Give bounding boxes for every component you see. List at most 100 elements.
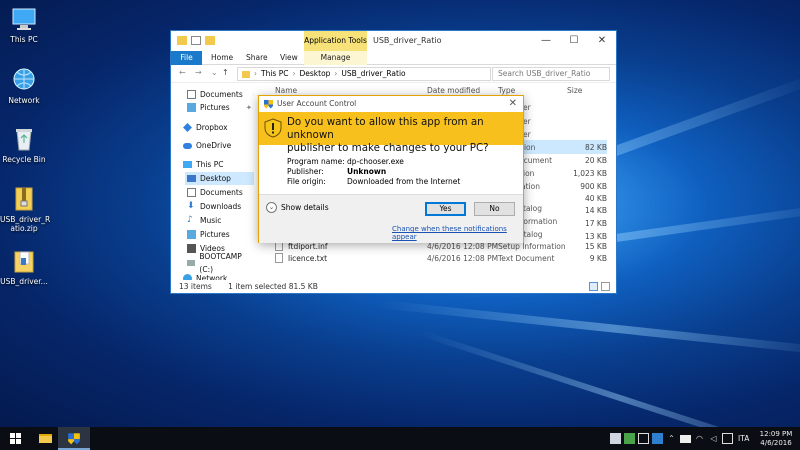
- chevron-right-icon: ›: [254, 69, 257, 78]
- file-date: 4/6/2016 12:08 PM: [427, 242, 499, 251]
- chevron-up-icon[interactable]: ⌃: [666, 433, 677, 444]
- start-button[interactable]: [0, 427, 32, 450]
- back-icon[interactable]: ←: [179, 68, 186, 77]
- tab-share[interactable]: Share: [246, 51, 268, 65]
- tab-view[interactable]: View: [280, 51, 298, 65]
- address-bar[interactable]: › This PC › Desktop › USB_driver_Ratio: [237, 67, 491, 81]
- download-icon: ⬇: [187, 201, 195, 211]
- show-details-label: Show details: [281, 203, 329, 212]
- bluetooth-icon[interactable]: [652, 433, 663, 444]
- file-type: er: [523, 117, 531, 126]
- bootcamp-icon[interactable]: [610, 433, 621, 444]
- table-row[interactable]: licence.txt: [275, 253, 327, 263]
- folder-icon: [11, 248, 37, 274]
- nav-item-this-pc[interactable]: This PC: [183, 158, 223, 171]
- program-name-label: Program name:: [287, 157, 345, 166]
- window-title: USB_driver_Ratio: [373, 36, 442, 45]
- explorer-titlebar[interactable]: Application Tools USB_driver_Ratio — ☐ ✕: [171, 31, 616, 51]
- item-count: 13 items: [179, 282, 212, 291]
- battery-icon[interactable]: [680, 434, 691, 443]
- nav-item-onedrive[interactable]: OneDrive: [183, 139, 231, 152]
- desktop-icon-this-pc[interactable]: This PC: [0, 6, 48, 44]
- file-size: 13 KB: [585, 232, 607, 241]
- wifi-icon[interactable]: ◠: [694, 433, 705, 444]
- search-input[interactable]: Search USB_driver_Ratio: [492, 67, 610, 81]
- volume-icon[interactable]: ◁: [708, 433, 719, 444]
- column-header-size[interactable]: Size: [567, 86, 582, 95]
- taskbar-file-explorer[interactable]: [29, 427, 61, 450]
- chevron-down-icon[interactable]: ⌄: [211, 68, 218, 77]
- desktop-icon-label: Network: [8, 96, 40, 105]
- tab-file[interactable]: File: [171, 51, 202, 65]
- large-icons-view-icon[interactable]: [601, 282, 610, 291]
- desktop-icon-zip[interactable]: USB_driver_R atio.zip: [0, 186, 50, 233]
- nav-label: Network: [196, 274, 228, 280]
- close-icon[interactable]: ✕: [588, 31, 616, 51]
- file-origin-value: Downloaded from the Internet: [347, 177, 461, 186]
- nav-label: Desktop: [200, 174, 231, 183]
- column-header-type[interactable]: Type: [498, 86, 515, 95]
- file-size: 17 KB: [585, 219, 607, 228]
- desktop-icon-recycle-bin[interactable]: Recycle Bin: [0, 126, 48, 164]
- uac-titlebar[interactable]: User Account Control ✕: [259, 96, 523, 112]
- up-icon[interactable]: ↑: [222, 68, 229, 77]
- minimize-icon[interactable]: —: [532, 31, 560, 51]
- pin-icon[interactable]: ✦: [253, 88, 254, 101]
- nav-item-pictures-pc[interactable]: Pictures: [187, 228, 230, 241]
- change-notifications-link[interactable]: Change when these notifications appear: [392, 225, 523, 241]
- new-folder-icon[interactable]: [205, 36, 215, 45]
- breadcrumb-this-pc[interactable]: This PC: [261, 68, 288, 80]
- navigation-pane: Documents✦ Pictures✦ Dropbox OneDrive Th…: [171, 84, 254, 280]
- desktop-icon-network[interactable]: Network: [0, 67, 48, 105]
- close-icon[interactable]: ✕: [509, 96, 517, 112]
- nav-item-music[interactable]: ♪ Music: [187, 214, 221, 227]
- this-pc-icon: [183, 161, 192, 168]
- pin-icon[interactable]: ✦: [246, 101, 252, 114]
- column-header-date[interactable]: Date modified: [427, 86, 480, 95]
- tab-manage[interactable]: Manage: [304, 51, 367, 65]
- show-details-toggle[interactable]: ⌄ Show details: [266, 202, 329, 213]
- taskbar-uac[interactable]: [58, 427, 90, 450]
- desktop-icon-label: USB_driver...: [0, 277, 48, 286]
- details-view-icon[interactable]: [589, 282, 598, 291]
- quick-access-toolbar: [177, 36, 215, 45]
- uac-question-line: Do you want to allow this app from an un…: [287, 116, 484, 141]
- nav-item-network[interactable]: Network: [183, 272, 227, 280]
- nav-item-downloads[interactable]: ⬇ Downloads: [187, 200, 241, 213]
- pictures-icon: [187, 230, 196, 239]
- publisher-value: Unknown: [347, 167, 387, 176]
- desktop-icon-folder[interactable]: USB_driver...: [0, 248, 48, 286]
- nav-item-pictures[interactable]: Pictures ✦: [187, 101, 252, 114]
- column-header-name[interactable]: Name: [275, 86, 297, 95]
- pictures-icon: [187, 103, 196, 112]
- nav-item-dropbox[interactable]: Dropbox: [183, 121, 228, 134]
- file-origin-label: File origin:: [287, 177, 326, 186]
- yes-button[interactable]: Yes: [425, 202, 466, 216]
- maximize-icon[interactable]: ☐: [560, 31, 588, 51]
- notifications-icon[interactable]: [722, 433, 733, 444]
- program-name-value: dp-chooser.exe: [347, 157, 404, 166]
- nav-item-bootcamp[interactable]: BOOTCAMP (C:): [187, 252, 254, 274]
- clock[interactable]: 12:09 PM 4/6/2016: [756, 430, 796, 448]
- nav-item-desktop[interactable]: Desktop: [185, 172, 254, 185]
- folder-icon[interactable]: [177, 36, 187, 45]
- onedrive-icon: [183, 142, 192, 149]
- uac-details: Program name: dp-chooser.exe Publisher: Un…: [287, 157, 460, 187]
- breadcrumb-desktop[interactable]: Desktop: [299, 68, 330, 80]
- clock-date: 4/6/2016: [760, 439, 792, 447]
- breadcrumb-folder[interactable]: USB_driver_Ratio: [341, 68, 405, 80]
- no-button[interactable]: No: [474, 202, 515, 216]
- file-type: er: [523, 130, 531, 139]
- desktop-icon-label: Recycle Bin: [2, 155, 46, 164]
- folder-icon: [242, 70, 250, 78]
- properties-icon[interactable]: [191, 36, 201, 45]
- nav-item-documents-pc[interactable]: Documents: [187, 186, 243, 199]
- nav-item-documents[interactable]: Documents ✦: [187, 88, 254, 101]
- nvidia-icon[interactable]: [624, 433, 635, 444]
- uac-footer: ⌄ Show details Yes No Change when these …: [259, 194, 523, 243]
- input-language[interactable]: ITA: [738, 427, 749, 450]
- forward-icon[interactable]: →: [195, 68, 202, 77]
- nav-label: Downloads: [200, 202, 242, 211]
- tray-app-icon[interactable]: [638, 433, 649, 444]
- tab-home[interactable]: Home: [211, 51, 233, 65]
